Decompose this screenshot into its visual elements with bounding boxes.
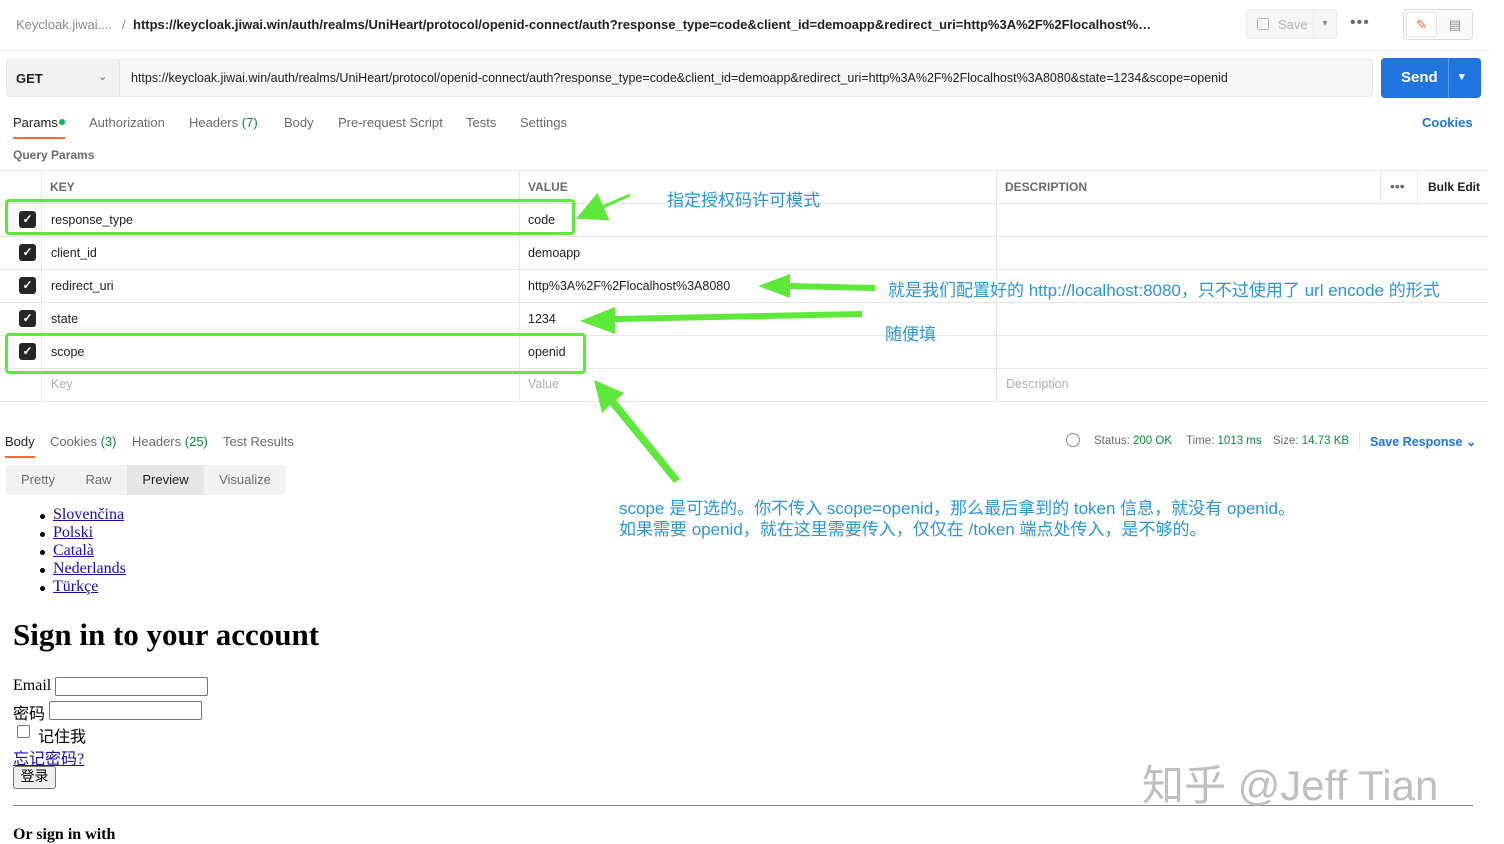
response-tab-headers[interactable]: Headers (25) (132, 434, 208, 449)
status-readout: Status: 200 OK (1094, 435, 1173, 447)
response-tab-cookies[interactable]: Cookies (3) (50, 434, 116, 449)
list-bullet (40, 532, 45, 537)
language-link[interactable]: Català (53, 542, 94, 560)
password-label: 密码 (13, 706, 46, 723)
breadcrumb-collection[interactable]: Keycloak.jiwai.... (16, 17, 116, 32)
column-header-value: VALUE (528, 180, 568, 194)
time-readout: Time: 1013 ms (1186, 435, 1262, 447)
view-visualize[interactable]: Visualize (204, 465, 286, 495)
arrow-scope (594, 380, 680, 483)
column-divider (1380, 170, 1381, 203)
column-header-description: DESCRIPTION (1005, 180, 1088, 194)
sign-in-heading: Sign in to your account (13, 617, 320, 652)
response-tab-test-results[interactable]: Test Results (223, 434, 294, 449)
password-field[interactable] (49, 701, 202, 720)
size-readout: Size: 14.73 KB (1273, 435, 1350, 447)
highlight-response-type (5, 199, 575, 235)
param-checkbox[interactable]: ✓ (19, 277, 36, 294)
send-divider (1448, 58, 1449, 98)
email-field[interactable] (55, 677, 208, 696)
param-key[interactable]: state (51, 312, 78, 326)
request-title[interactable]: https://keycloak.jiwai.win/auth/realms/U… (133, 17, 1155, 32)
list-bullet (40, 568, 45, 573)
chevron-down-icon: ⌄ (1465, 435, 1477, 449)
tab-params[interactable]: Params (13, 115, 58, 130)
language-link[interactable]: Nederlands (53, 560, 126, 578)
annotation-scope-line2: 如果需要 openid，就在这里需要传入，仅仅在 /token 端点处传入，是不… (619, 520, 1207, 539)
bulk-edit-button[interactable]: Bulk Edit (1428, 180, 1480, 194)
save-button[interactable]: Save (1246, 9, 1314, 39)
save-options-chevron-down-icon[interactable]: ▾ (1313, 9, 1337, 39)
chevron-down-icon: ⌄ (98, 71, 108, 83)
param-key[interactable]: redirect_uri (51, 279, 114, 293)
tab-pre-request-script[interactable]: Pre-request Script (338, 115, 443, 130)
email-label: Email (13, 677, 52, 694)
annotation-state: 随便填 (885, 325, 936, 344)
save-response-button[interactable]: Save Response ⌄ (1370, 434, 1476, 449)
send-chevron-down-icon[interactable]: ▾ (1459, 70, 1465, 83)
param-checkbox[interactable]: ✓ (19, 244, 36, 261)
view-pretty[interactable]: Pretty (6, 465, 70, 495)
send-button[interactable]: Send ▾ (1381, 58, 1481, 98)
save-label: Save (1278, 17, 1308, 32)
comment-icon[interactable]: ▤ (1442, 12, 1468, 37)
new-value-input[interactable]: Value (528, 377, 559, 391)
param-value[interactable]: 1234 (528, 312, 556, 326)
language-link[interactable]: Slovenčina (53, 506, 124, 524)
annotation-response-type: 指定授权码许可模式 (667, 191, 820, 210)
arrow-response-type (576, 192, 631, 221)
tab-headers[interactable]: Headers (7) (189, 115, 258, 130)
highlight-scope (5, 333, 586, 374)
params-active-dot (59, 119, 65, 125)
watermark: 知乎 @Jeff Tian (1142, 762, 1439, 809)
cookies-link[interactable]: Cookies (1422, 115, 1473, 130)
param-value[interactable]: demoapp (528, 246, 580, 260)
tab-settings[interactable]: Settings (520, 115, 567, 130)
language-link[interactable]: Polski (53, 524, 93, 542)
tab-authorization[interactable]: Authorization (89, 115, 165, 130)
table-border (0, 302, 1488, 303)
table-border (0, 269, 1488, 270)
query-params-title: Query Params (13, 148, 95, 162)
list-bullet (40, 514, 45, 519)
response-active-tab-indicator (5, 456, 35, 458)
language-link[interactable]: Türkçe (53, 578, 98, 596)
table-border (0, 236, 1488, 237)
annotation-redirect-uri: 就是我们配置好的 http://localhost:8080，只不过使用了 ur… (888, 281, 1440, 300)
remember-me-checkbox[interactable] (17, 725, 30, 738)
save-icon (1257, 18, 1269, 30)
param-value[interactable]: http%3A%2F%2Flocalhost%3A8080 (528, 279, 730, 293)
column-header-key: KEY (50, 180, 75, 194)
tab-body[interactable]: Body (284, 115, 314, 130)
globe-icon[interactable] (1066, 433, 1080, 447)
url-text: https://keycloak.jiwai.win/auth/realms/U… (131, 71, 1228, 85)
method-label: GET (16, 71, 43, 86)
list-bullet (40, 586, 45, 591)
response-tab-body[interactable]: Body (5, 434, 35, 449)
or-sign-in-with: Or sign in with (13, 826, 116, 843)
new-description-input[interactable]: Description (1006, 377, 1069, 391)
login-button[interactable]: 登录 (13, 766, 56, 789)
remember-me-label: 记住我 (38, 729, 87, 746)
column-divider (1417, 170, 1418, 203)
breadcrumb-separator: / (122, 17, 126, 32)
tab-tests[interactable]: Tests (466, 115, 496, 130)
pencil-icon[interactable]: ✎ (1406, 12, 1437, 37)
param-checkbox[interactable]: ✓ (19, 310, 36, 327)
list-bullet (40, 550, 45, 555)
view-raw[interactable]: Raw (70, 465, 127, 495)
arrow-redirect-uri (758, 274, 875, 298)
table-border (0, 170, 1488, 171)
active-tab-indicator (13, 137, 65, 139)
new-key-input[interactable]: Key (51, 377, 73, 391)
table-border (0, 401, 1488, 402)
param-key[interactable]: client_id (51, 246, 97, 260)
more-options-icon[interactable]: ••• (1350, 14, 1370, 32)
view-preview[interactable]: Preview (127, 465, 204, 495)
table-more-icon[interactable]: ••• (1390, 178, 1405, 194)
send-label: Send (1401, 69, 1438, 86)
divider (1359, 432, 1360, 450)
arrow-state (580, 307, 862, 334)
